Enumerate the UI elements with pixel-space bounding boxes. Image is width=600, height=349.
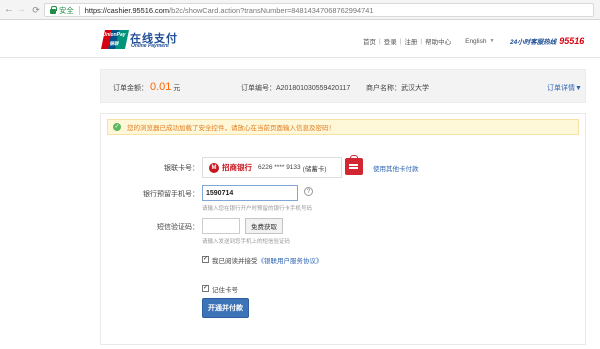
order-details-link[interactable]: 订单详情▼	[547, 83, 582, 93]
payment-form-panel: ✓ 您的浏览器已成功加载了安全控件，请放心在当前页面输入信息及密码！ 银联卡号：…	[100, 113, 586, 345]
url-host: https://cashier.95516.com	[84, 5, 170, 15]
shopping-bag-icon	[345, 155, 363, 175]
phone-input[interactable]	[202, 185, 298, 201]
help-icon[interactable]: ?	[304, 187, 313, 196]
agree-checkbox[interactable]: ✓	[202, 256, 209, 263]
card-type: (储蓄卡)	[302, 165, 327, 173]
nav-divider: |	[420, 37, 423, 45]
card-label: 银联卡号：	[164, 165, 199, 172]
sms-code-input[interactable]	[202, 218, 240, 234]
order-number: 订单编号：A20180103055942011​7	[241, 85, 351, 92]
nav-home-link[interactable]: 首页	[363, 36, 376, 46]
back-icon[interactable]: ←	[3, 0, 15, 20]
enable-and-pay-button[interactable]: 开通并付款	[202, 298, 249, 318]
url-path: /b2c/showCard.action?transNumber=8481434…	[169, 5, 374, 15]
hotline-label: 24小时客服热线	[510, 39, 557, 46]
order-amount-unit: 元	[173, 85, 181, 92]
reload-icon[interactable]: ⟳	[30, 0, 42, 20]
bank-name: 招商银行	[222, 163, 252, 172]
unionpay-logo-icon[interactable]: UnionPay 银联	[100, 30, 130, 49]
agree-text: 我已阅读并接受《银联用户服务协议》	[212, 255, 323, 265]
nav-divider: |	[379, 37, 381, 45]
selected-card: M 招商银行 6226 **** 9133 (储蓄卡)	[202, 157, 342, 178]
nav-login-link[interactable]: 登录	[384, 36, 397, 46]
sms-code-label: 短信验证码：	[157, 224, 199, 231]
service-agreement-link[interactable]: 《银联用户服务协议》	[258, 258, 323, 265]
remember-card-label: 记住卡号	[212, 287, 238, 294]
order-summary-bar: 订单金额： 0.01 元 订单编号：A20180103055942011​7 商户名…	[100, 69, 586, 103]
agree-label: 我已阅读并接受	[212, 258, 258, 265]
top-nav: 首页 | 登录 | 注册 | 帮助中心 English ▼	[363, 36, 494, 47]
logo-mark-top: UnionPay	[102, 32, 126, 38]
chevron-down-icon[interactable]: ▼	[489, 38, 494, 44]
security-notice-text: 您的浏览器已成功加载了安全控件，请放心在当前页面输入信息及密码！	[127, 125, 335, 132]
order-amount: 订单金额： 0.01 元	[113, 81, 180, 93]
order-amount-label: 订单金额：	[113, 85, 148, 92]
nav-register-link[interactable]: 注册	[404, 36, 417, 46]
merchant-name: 商户名称：武汉大学	[366, 85, 429, 92]
nav-help-link[interactable]: 帮助中心	[425, 36, 451, 46]
address-bar[interactable]: 安全 https://cashier.95516.com/b2c/showCar…	[44, 3, 594, 17]
get-sms-code-button[interactable]: 免费获取	[245, 218, 283, 234]
hotline: 24小时客服热线 95516	[510, 36, 584, 46]
address-divider	[78, 5, 80, 15]
phone-hint: 请输入您在银行开户时预留的银行卡手机号码	[202, 206, 313, 212]
cmb-bank-icon: M	[209, 162, 219, 173]
browser-toolbar: ← → ⟳ 安全 https://cashier.95516.com/b2c/s…	[0, 0, 600, 20]
language-select[interactable]: English	[465, 38, 486, 45]
secure-label: 安全	[59, 5, 74, 15]
forward-icon[interactable]: →	[15, 0, 27, 20]
use-other-card-link[interactable]: 使用其他卡付款	[373, 163, 419, 173]
card-number: 6226 **** 9133	[258, 164, 301, 171]
check-circle-icon: ✓	[113, 123, 121, 131]
security-notice: ✓ 您的浏览器已成功加载了安全控件，请放心在当前页面输入信息及密码！	[107, 119, 579, 135]
site-header: UnionPay 银联 在线支付 Online Payment 首页 | 登录 …	[0, 21, 600, 58]
order-amount-value: 0.01	[150, 81, 172, 93]
hotline-number: 95516	[559, 36, 585, 46]
sms-hint: 请输入发送到您手机上的短信验证码	[202, 239, 291, 245]
logo-mark-bottom: 银联	[109, 41, 119, 46]
lock-icon	[49, 6, 57, 14]
logo-subtitle: Online Payment	[131, 43, 169, 49]
nav-divider: |	[399, 37, 402, 45]
remember-card-checkbox[interactable]: ✓	[202, 285, 209, 292]
phone-label: 银行预留手机号：	[143, 191, 199, 198]
